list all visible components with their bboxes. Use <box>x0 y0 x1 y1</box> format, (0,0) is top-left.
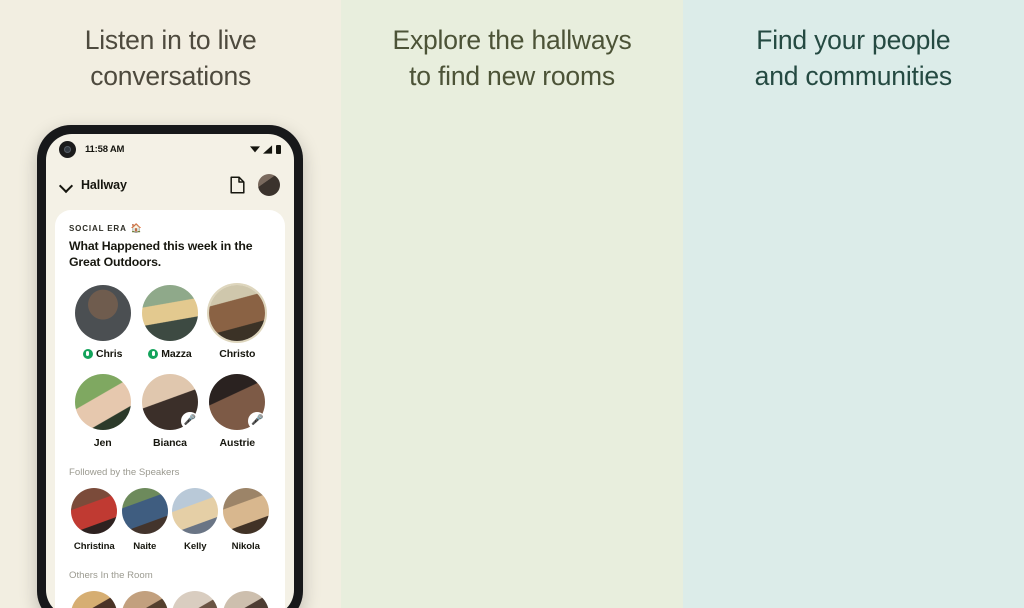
avatar <box>74 373 131 430</box>
status-time: 11:58 AM <box>85 143 125 155</box>
battery-icon <box>276 144 281 154</box>
app-top-bar-1: Hallway <box>46 164 294 206</box>
camera-punchhole-icon <box>59 140 76 158</box>
person-name: Jen <box>93 436 112 449</box>
person-name: Kelly <box>184 540 207 552</box>
followed-by-speakers-row: Christina Naite Kelly Nikola <box>69 487 272 552</box>
list-item[interactable]: 🎤 Bianca <box>136 373 203 449</box>
list-item[interactable]: Naite <box>120 487 171 552</box>
person-name-row: Austrie <box>219 436 256 449</box>
person-name: Christina <box>73 540 115 552</box>
avatar <box>172 590 219 608</box>
person-name: Chris <box>95 347 123 360</box>
avatar <box>121 590 168 608</box>
panel-listen-in: Listen in to live conversations 11:58 AM… <box>0 0 342 608</box>
person-name: Nikola <box>231 540 260 552</box>
person-name: Austrie <box>219 436 256 449</box>
mic-icon <box>82 348 93 359</box>
status-bar-1: 11:58 AM <box>46 134 294 164</box>
phone-mockup-1: 11:58 AM Hallway SOCIAL ERA 🏠 What Happe… <box>37 125 303 608</box>
room-label: SOCIAL ERA <box>69 224 127 233</box>
panel-explore-hallways: Explore the hallways to find new rooms 1… <box>341 0 683 608</box>
person-name-row: Jen <box>94 437 112 449</box>
followed-by-speakers-label: Followed by the Speakers <box>69 466 180 478</box>
profile-avatar[interactable] <box>258 174 280 196</box>
speaker-grid: Chris Mazza Christo Jen 🎤 Bianca 🎤 Austr… <box>69 284 271 449</box>
avatar <box>209 284 266 341</box>
mic-icon <box>148 348 159 359</box>
person-name-row: Chris <box>82 347 123 360</box>
panel-3-headline: Find your people and communities <box>754 25 953 92</box>
panel-1-headline: Listen in to live conversations <box>84 25 257 92</box>
appbar-actions <box>230 174 280 196</box>
avatar <box>172 487 219 534</box>
list-item[interactable]: Nikola <box>221 487 272 552</box>
person-name: Bianca <box>153 436 187 449</box>
person-name-row: Mazza <box>148 347 192 360</box>
room-label-row: SOCIAL ERA 🏠 <box>69 223 271 234</box>
signal-icon <box>263 144 273 154</box>
list-item[interactable] <box>170 590 221 608</box>
muted-mic-icon: 🎤 <box>180 411 199 430</box>
list-item[interactable] <box>69 590 120 608</box>
avatar <box>141 284 198 341</box>
wifi-icon <box>250 146 260 153</box>
panel-2-headline: Explore the hallways to find new rooms <box>392 25 632 92</box>
room-title: What Happened this week in the Great Out… <box>69 239 253 269</box>
person-name: Naite <box>133 540 157 552</box>
list-item[interactable] <box>221 590 272 608</box>
avatar <box>74 284 131 341</box>
list-item[interactable] <box>120 590 171 608</box>
person-name-row: Bianca <box>153 437 187 449</box>
list-item[interactable]: Christo <box>204 284 271 360</box>
avatar: 🎤 <box>141 373 199 430</box>
status-icons <box>250 144 281 154</box>
chevron-down-icon[interactable] <box>60 179 73 192</box>
others-in-room-row <box>69 590 272 608</box>
list-item[interactable]: 🎤 Austrie <box>204 373 271 449</box>
person-name: Mazza <box>161 347 192 360</box>
others-in-room-label: Others In the Room <box>69 569 153 581</box>
avatar: 🎤 <box>209 373 267 430</box>
person-name-row: Christo <box>219 348 255 360</box>
avatar <box>121 487 168 534</box>
appbar-title: Hallway <box>81 178 127 192</box>
document-icon[interactable] <box>230 176 245 194</box>
promo-screenshot: Listen in to live conversations 11:58 AM… <box>0 0 1024 608</box>
avatar <box>222 590 269 608</box>
person-name: Christo <box>219 347 256 360</box>
phone-1-screen: 11:58 AM Hallway SOCIAL ERA 🏠 What Happe… <box>46 134 294 608</box>
house-icon: 🏠 <box>130 223 143 233</box>
list-item[interactable]: Mazza <box>136 284 203 360</box>
room-card[interactable]: SOCIAL ERA 🏠 What Happened this week in … <box>55 210 285 608</box>
avatar <box>71 487 118 534</box>
list-item[interactable]: Kelly <box>170 487 221 552</box>
list-item[interactable]: Christina <box>69 487 120 552</box>
list-item[interactable]: Chris <box>69 284 136 360</box>
avatar <box>222 487 269 534</box>
muted-mic-icon: 🎤 <box>248 411 267 430</box>
avatar <box>71 590 118 608</box>
panel-find-your-people: Find your people and communities 11:58 A… <box>682 0 1024 608</box>
list-item[interactable]: Jen <box>69 373 136 449</box>
